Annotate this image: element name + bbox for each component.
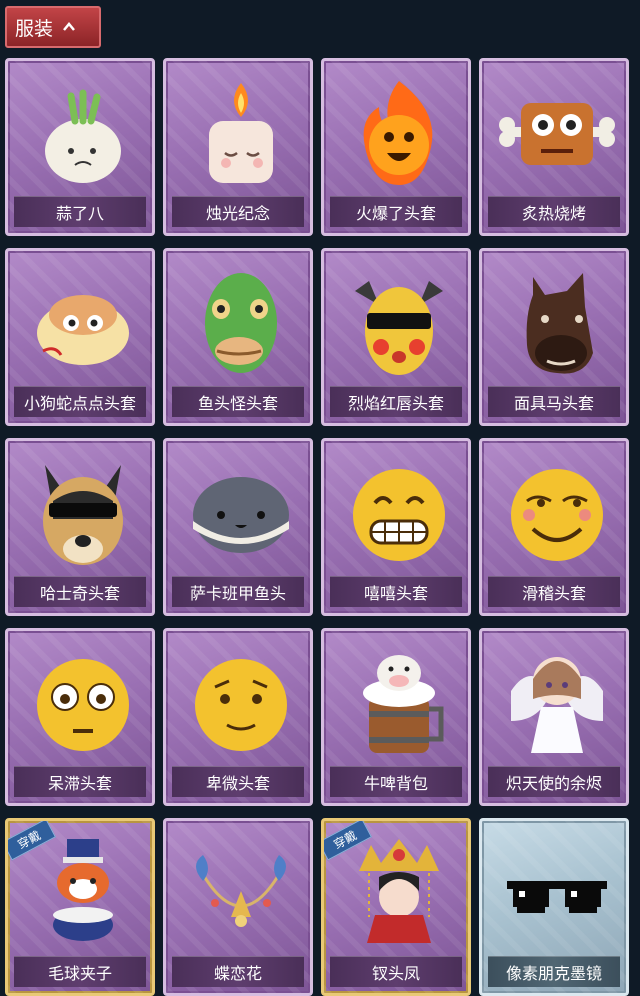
costume-name: 面具马头套 xyxy=(488,386,620,417)
costume-name: 卑微头套 xyxy=(172,766,304,797)
costume-name: 小狗蛇点点头套 xyxy=(14,386,146,417)
fish-head-icon xyxy=(205,273,277,373)
category-title: 服装 xyxy=(15,17,54,40)
costume-name: 呆滞头套 xyxy=(14,766,146,797)
candle-icon xyxy=(209,83,273,183)
phoenix-crown-icon xyxy=(359,839,439,943)
costume-name: 嘻嘻头套 xyxy=(330,576,462,607)
costume-card[interactable]: 牛啤背包 xyxy=(321,628,471,806)
costume-card[interactable]: 滑稽头套 xyxy=(479,438,629,616)
costume-card[interactable]: 呆滞头套 xyxy=(5,628,155,806)
costume-name: 萨卡班甲鱼头 xyxy=(172,576,304,607)
costume-card[interactable]: 穿戴 毛球夹子 xyxy=(5,818,155,996)
costume-name: 哈士奇头套 xyxy=(14,576,146,607)
costume-card[interactable]: 像素朋克墨镜 xyxy=(479,818,629,996)
sacabambaspis-icon xyxy=(193,477,289,553)
butterfly-necklace-icon xyxy=(196,855,286,927)
bbq-meat-icon xyxy=(499,103,615,165)
costume-name: 火爆了头套 xyxy=(330,196,462,227)
costume-card[interactable]: 穿戴 钗头凤 xyxy=(321,818,471,996)
costume-category-toggle[interactable]: 服装 xyxy=(5,6,101,48)
raccoon-drummer-icon xyxy=(53,839,113,941)
costume-grid: 蒜了八 烛光纪念 火爆了头套 炙热烧烤小狗蛇点点头套 鱼头怪头套 烈焰红唇头套 面具马头套哈… xyxy=(5,58,635,996)
costume-name: 滑稽头套 xyxy=(488,576,620,607)
costume-card[interactable]: 烛光纪念 xyxy=(163,58,313,236)
cow-beer-icon xyxy=(363,655,444,753)
costume-name: 牛啤背包 xyxy=(330,766,462,797)
costume-name: 烛光纪念 xyxy=(172,196,304,227)
costume-name: 鱼头怪头套 xyxy=(172,386,304,417)
costume-name: 蒜了八 xyxy=(14,196,146,227)
costume-name: 炙热烧烤 xyxy=(488,196,620,227)
costume-card[interactable]: 炙热烧烤 xyxy=(479,58,629,236)
costume-card[interactable]: 嘻嘻头套 xyxy=(321,438,471,616)
costume-card[interactable]: 鱼头怪头套 xyxy=(163,248,313,426)
costume-name: 毛球夹子 xyxy=(14,956,146,987)
costume-name: 炽天使的余烬 xyxy=(488,766,620,797)
costume-card[interactable]: 小狗蛇点点头套 xyxy=(5,248,155,426)
pixel-sunglasses-icon xyxy=(507,881,607,913)
costume-card[interactable]: 卑微头套 xyxy=(163,628,313,806)
humble-emoji-icon xyxy=(195,659,287,751)
fireball-icon xyxy=(363,81,433,185)
chevron-up-icon xyxy=(63,22,75,31)
costume-card[interactable]: 面具马头套 xyxy=(479,248,629,426)
horse-mask-icon xyxy=(526,273,593,374)
costume-name: 钗头凤 xyxy=(330,956,462,987)
costume-card[interactable]: 蒜了八 xyxy=(5,58,155,236)
angel-icon xyxy=(511,657,603,753)
costume-card[interactable]: 烈焰红唇头套 xyxy=(321,248,471,426)
costume-name: 烈焰红唇头套 xyxy=(330,386,462,417)
costume-card[interactable]: 哈士奇头套 xyxy=(5,438,155,616)
costume-card[interactable]: 萨卡班甲鱼头 xyxy=(163,438,313,616)
costume-name: 蝶恋花 xyxy=(172,956,304,987)
snake-dog-icon xyxy=(37,295,129,365)
grin-emoji-icon xyxy=(353,469,445,561)
garlic-icon xyxy=(45,89,121,183)
pikachu-mask-icon xyxy=(355,281,443,375)
costume-card[interactable]: 炽天使的余烬 xyxy=(479,628,629,806)
costume-card[interactable]: 蝶恋花 xyxy=(163,818,313,996)
funny-emoji-icon xyxy=(511,469,603,561)
costume-name: 像素朋克墨镜 xyxy=(488,956,620,987)
costume-card[interactable]: 火爆了头套 xyxy=(321,58,471,236)
flushed-emoji-icon xyxy=(37,659,129,751)
husky-icon xyxy=(43,465,123,565)
